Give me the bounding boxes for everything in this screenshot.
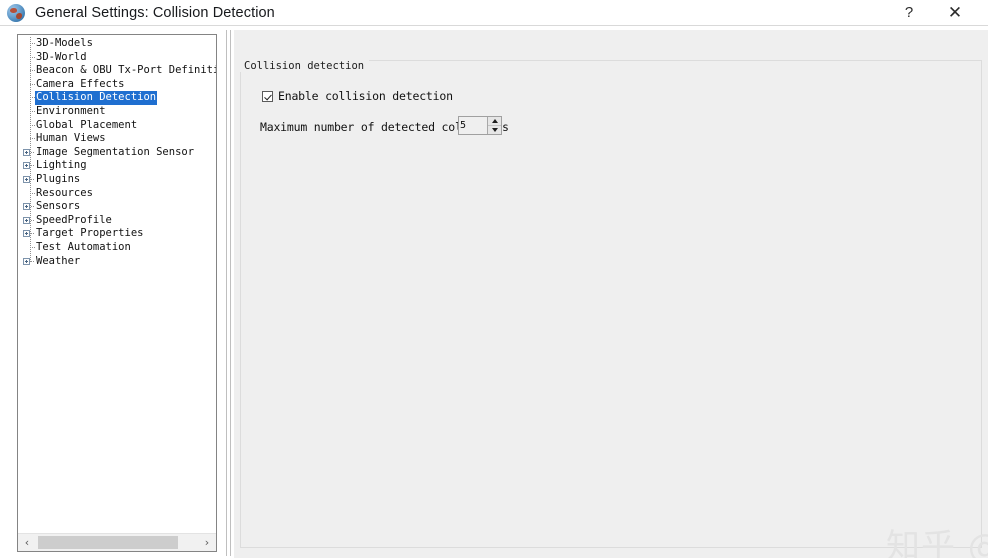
tree-item-label: Image Segmentation Sensor [36,145,195,158]
tree-branch-icon [22,37,35,51]
tree-item[interactable]: Global Placement [18,119,216,133]
tree-item[interactable]: Environment [18,105,216,119]
expand-plus-icon[interactable] [22,173,35,187]
max-collisions-spinbox[interactable]: 5 [458,116,502,135]
spinbox-buttons [487,117,501,134]
groupbox-title: Collision detection [240,60,370,72]
tree-item[interactable]: Test Automation [18,241,216,255]
tree-branch-icon [22,187,35,201]
tree-item[interactable]: Target Properties [18,227,216,241]
tree-item[interactable]: 3D-World [18,51,216,65]
tree-item[interactable]: SpeedProfile [18,214,216,228]
tree-branch-icon [22,78,35,92]
expand-plus-icon[interactable] [22,227,35,241]
tree-item[interactable]: Image Segmentation Sensor [18,146,216,160]
settings-tree-panel: 3D-Models 3D-World Beacon & OBU Tx-Port De… [17,34,217,552]
tree-item-label: Collision Detection [35,91,158,105]
tree-item[interactable]: Sensors [18,200,216,214]
tree-item[interactable]: 3D-Models [18,37,216,51]
tree-branch-icon [22,51,35,65]
tree-item-label: Resources [36,186,93,199]
scroll-thumb[interactable] [38,536,178,549]
tree-item-label: Global Placement [36,118,138,131]
tree-item-label: Beacon & OBU Tx-Port Definitio [36,64,216,77]
tree-branch-icon [22,91,35,105]
tree-item-label: Test Automation [36,240,131,253]
tree-branch-icon [22,132,35,146]
tree-item-label: Human Views [36,132,106,145]
tree-branch-icon [22,119,35,133]
tree-item-label: 3D-World [36,50,87,63]
tree-item[interactable]: Beacon & OBU Tx-Port Definitio [18,64,216,78]
tree-branch-icon [22,105,35,119]
tree-item-label: SpeedProfile [36,213,112,226]
tree-item-label: 3D-Models [36,37,93,49]
close-button[interactable]: ✕ [932,0,978,25]
settings-content-pane: 知乎 @自动驾驶Player CSDN @自动驾驶Player Yuucn.co… [234,30,988,558]
scroll-right-icon[interactable]: › [198,534,216,551]
tree-item[interactable]: Resources [18,187,216,201]
globe-icon [7,3,25,22]
tree-item[interactable]: Lighting [18,159,216,173]
title-bar: General Settings: Collision Detection ? … [0,0,988,25]
tree-branch-icon [22,241,35,255]
spinbox-up-icon[interactable] [488,117,501,126]
scroll-left-icon[interactable]: ‹ [18,534,36,551]
expand-plus-icon[interactable] [22,214,35,228]
expand-plus-icon[interactable] [22,146,35,160]
tree-item[interactable]: Human Views [18,132,216,146]
settings-tree[interactable]: 3D-Models 3D-World Beacon & OBU Tx-Port De… [18,37,216,527]
tree-horizontal-scrollbar[interactable]: ‹ › [18,533,216,551]
spinbox-down-icon[interactable] [488,126,501,134]
tree-item[interactable]: Plugins [18,173,216,187]
tree-item[interactable]: Collision Detection [18,91,216,105]
enable-collision-detection-row[interactable]: Enable collision detection [262,89,453,103]
tree-item-label: Environment [36,104,106,117]
expand-plus-icon[interactable] [22,255,35,269]
settings-dialog-window: General Settings: Collision Detection ? … [0,0,988,558]
window-controls: ? ✕ [886,0,988,25]
enable-collision-detection-checkbox[interactable] [262,90,273,102]
expand-plus-icon[interactable] [22,159,35,173]
dialog-body: 3D-Models 3D-World Beacon & OBU Tx-Port De… [0,26,988,558]
expand-plus-icon[interactable] [22,200,35,214]
tree-item-label: Camera Effects [36,77,125,90]
tree-item-label: Target Properties [36,227,144,240]
scroll-track[interactable] [36,534,198,551]
max-collisions-value[interactable]: 5 [459,117,487,134]
tree-item-label: Sensors [36,200,81,213]
tree-branch-icon [22,64,35,78]
tree-item-label: Weather [36,254,81,267]
tree-item-label: Lighting [36,159,87,172]
window-title: General Settings: Collision Detection [35,4,275,21]
tree-item[interactable]: Camera Effects [18,78,216,92]
help-button[interactable]: ? [886,0,932,25]
enable-collision-detection-label: Enable collision detection [278,89,453,103]
tree-item[interactable]: Weather [18,255,216,269]
panel-splitter[interactable] [226,30,233,556]
tree-item-label: Plugins [36,172,81,185]
